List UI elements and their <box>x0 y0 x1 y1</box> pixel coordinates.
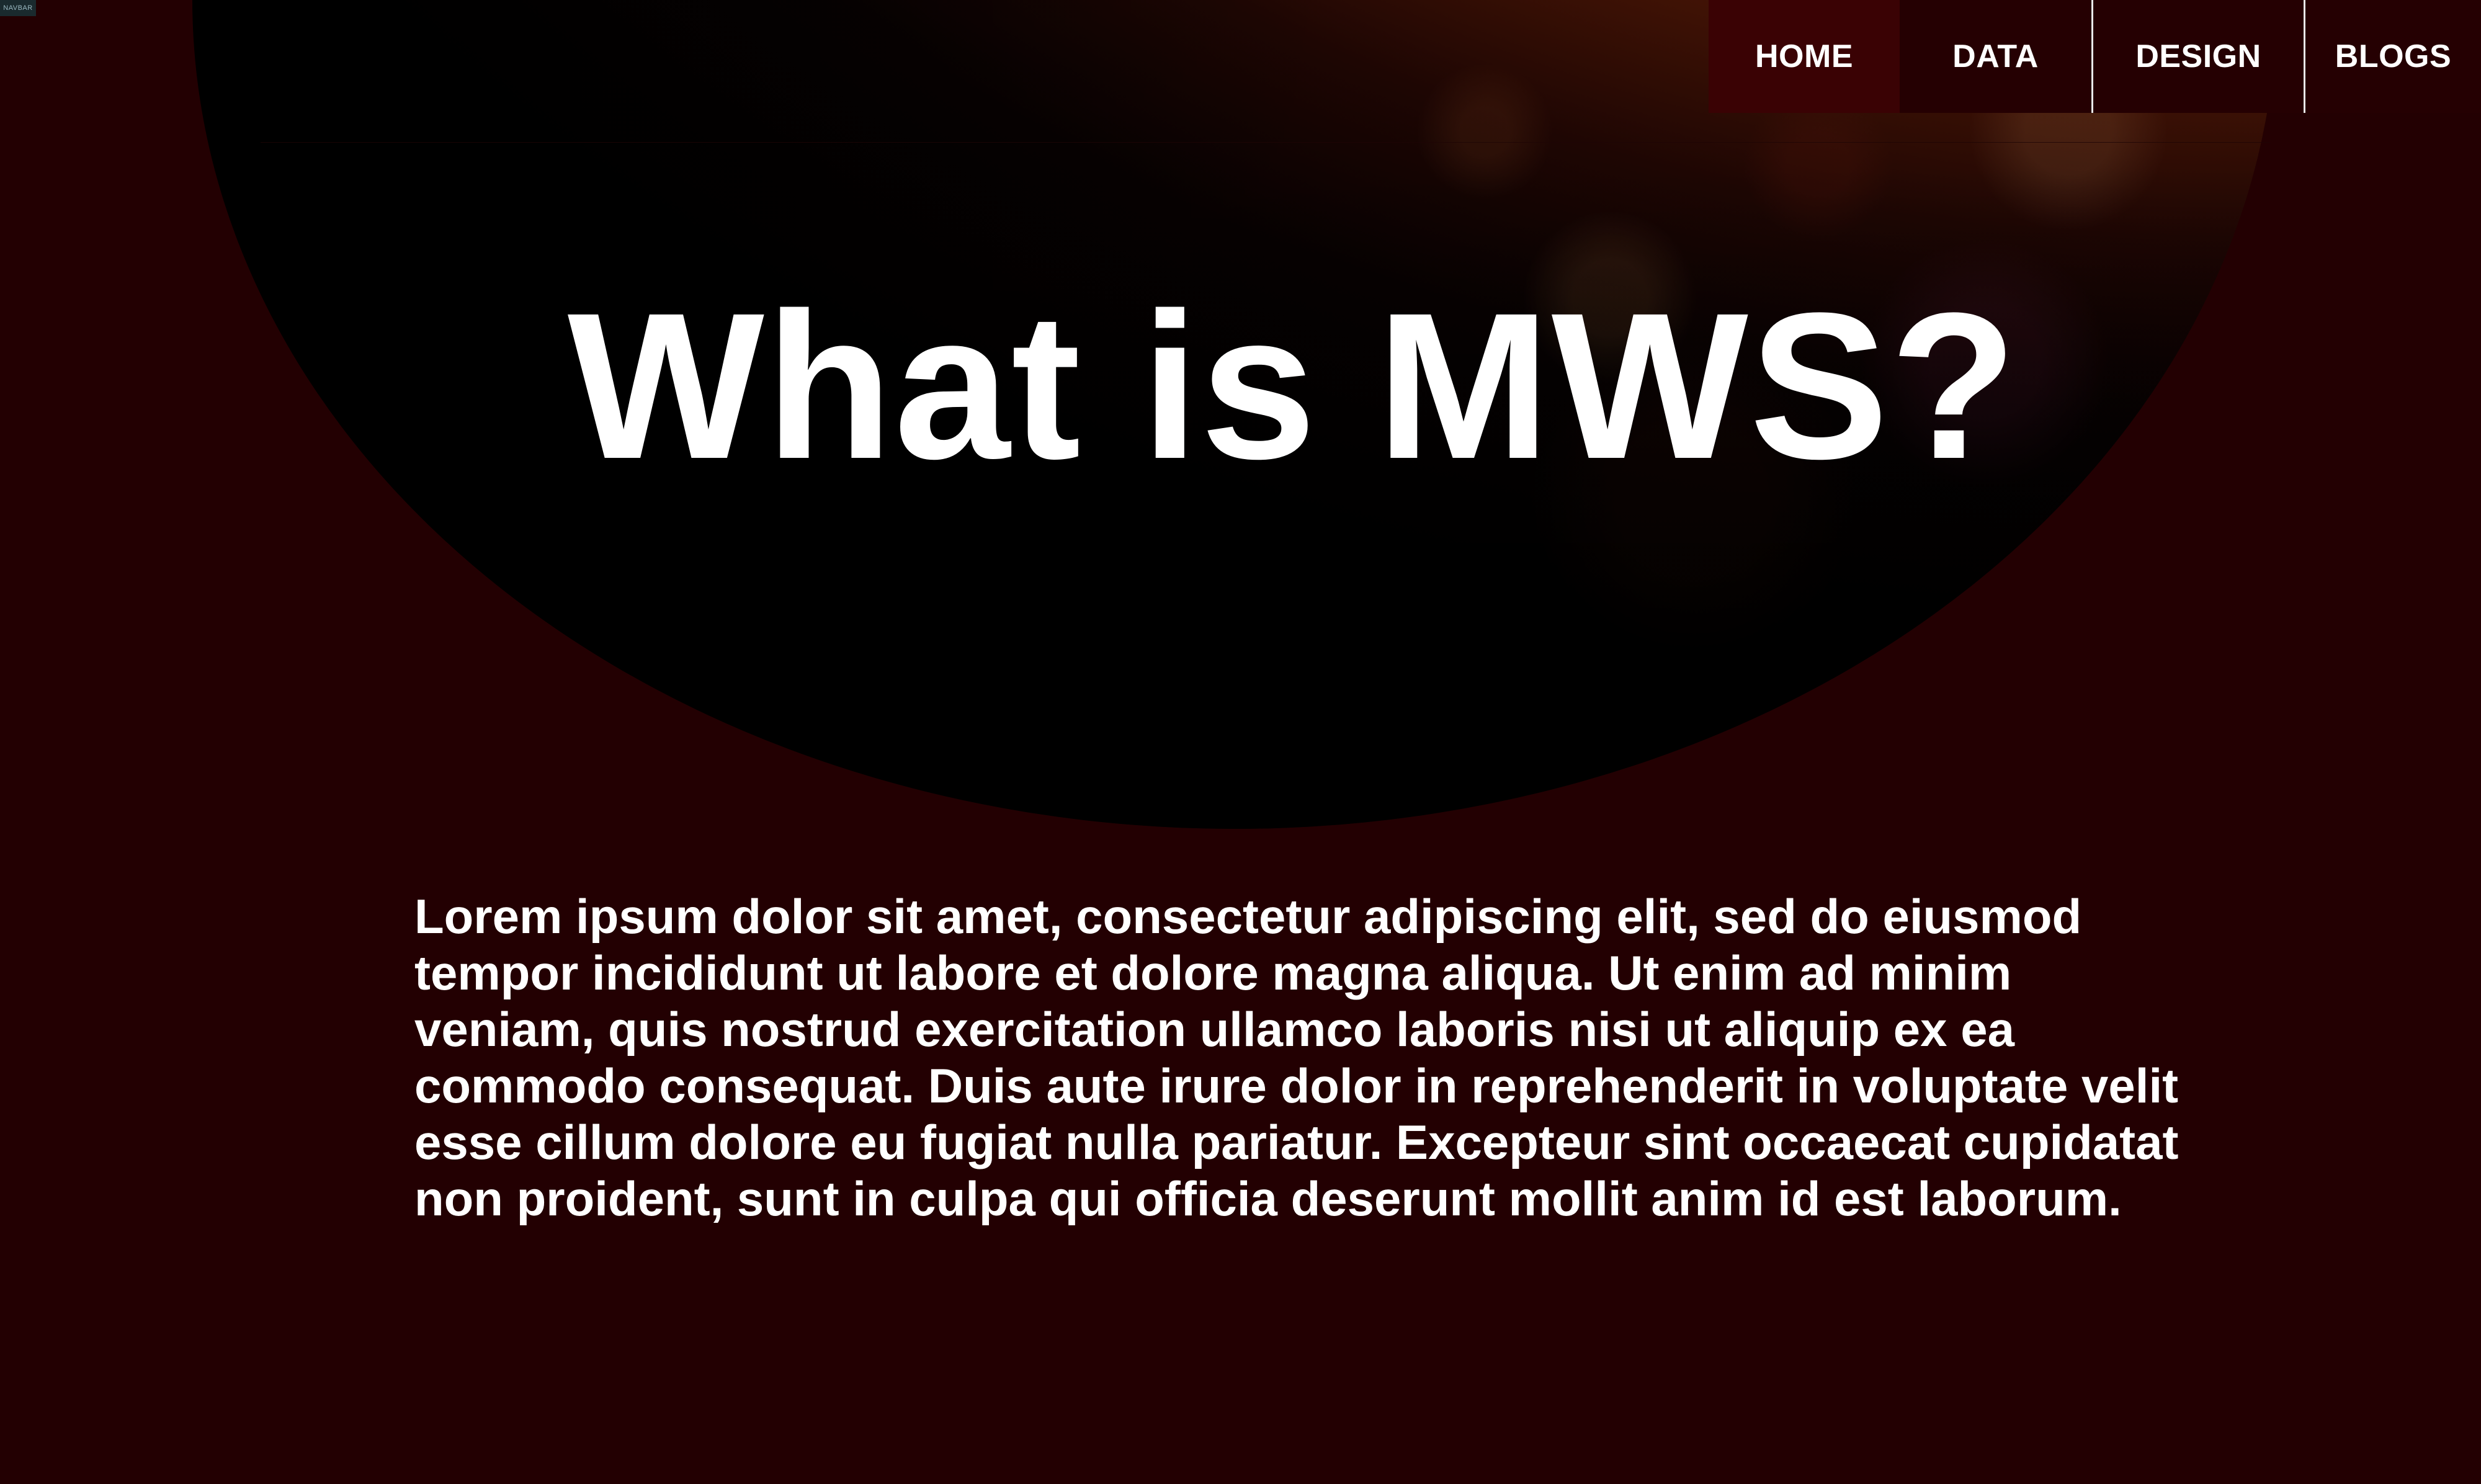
nav-link-design[interactable]: DESIGN <box>2093 0 2305 113</box>
navbar-debug-tag: NAVBAR <box>0 0 36 16</box>
hero-title: What is MWS? <box>567 270 2019 503</box>
nav-link-home[interactable]: HOME <box>1709 0 1900 113</box>
navbar-divider-line <box>261 142 2271 143</box>
navbar: HOME DATA DESIGN BLOGS <box>1709 0 2481 113</box>
nav-link-blogs[interactable]: BLOGS <box>2305 0 2481 113</box>
nav-link-data[interactable]: DATA <box>1900 0 2093 113</box>
intro-paragraph: Lorem ipsum dolor sit amet, consectetur … <box>414 889 2179 1226</box>
